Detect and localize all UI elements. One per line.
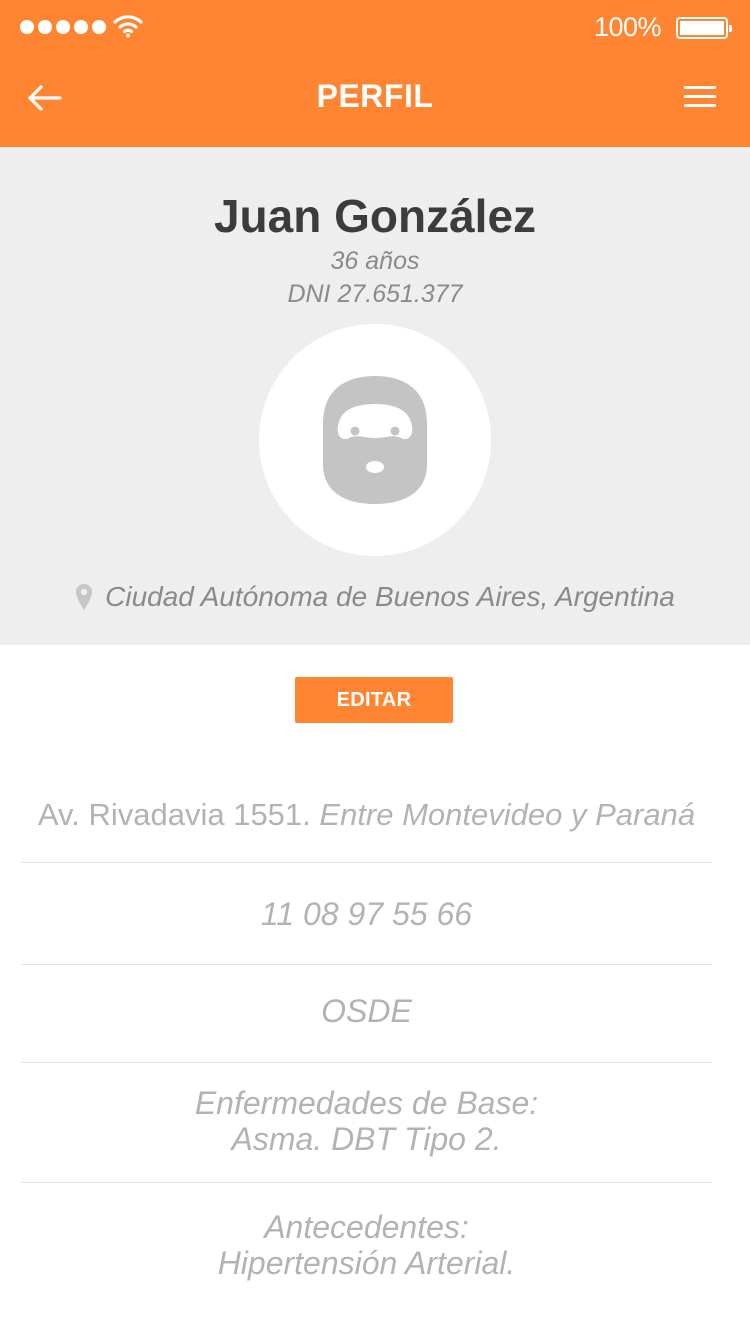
phone-number: 11 08 97 55 66 (260, 896, 473, 932)
location: Ciudad Autónoma de Buenos Aires, Argenti… (0, 577, 750, 617)
wifi-icon (113, 14, 143, 43)
insurance-row: OSDE (21, 965, 712, 1063)
battery-percent: 100% (594, 12, 662, 42)
avatar[interactable] (259, 324, 491, 556)
profile-age: 36 años (330, 247, 420, 275)
history-value: Hipertensión Arterial. (217, 1245, 516, 1281)
profile-name: Juan González (213, 190, 537, 242)
diseases-title: Enfermedades de Base: (194, 1085, 539, 1121)
address-row: Av. Rivadavia 1551. Entre Montevideo y P… (21, 780, 712, 863)
profile-header: Juan González 36 años DNI 27.651.377 Ciu… (0, 147, 750, 645)
bearded-man-avatar-icon (323, 376, 427, 504)
page-title: PERFIL (316, 78, 434, 114)
phone-row: 11 08 97 55 66 (21, 863, 712, 965)
nav-bar: PERFIL (0, 56, 750, 147)
history-title: Antecedentes: (264, 1209, 469, 1245)
insurance-name: OSDE (321, 993, 412, 1029)
location-text: Ciudad Autónoma de Buenos Aires, Argenti… (105, 581, 675, 612)
address-between: Entre Montevideo y Paraná (319, 797, 696, 832)
history-row: Antecedentes: Hipertensión Arterial. (21, 1183, 712, 1293)
signal-dots-icon (20, 20, 106, 34)
map-pin-icon (76, 584, 93, 610)
diseases-row: Enfermedades de Base: Asma. DBT Tipo 2. (21, 1063, 712, 1183)
menu-button[interactable] (682, 82, 718, 112)
diseases-value: Asma. DBT Tipo 2. (231, 1121, 502, 1157)
profile-dni: DNI 27.651.377 (287, 280, 463, 308)
edit-button[interactable]: EDITAR (295, 677, 453, 723)
battery-icon (676, 17, 732, 39)
address-street: Av. Rivadavia 1551. (37, 797, 311, 832)
status-bar: 100% (0, 0, 750, 56)
